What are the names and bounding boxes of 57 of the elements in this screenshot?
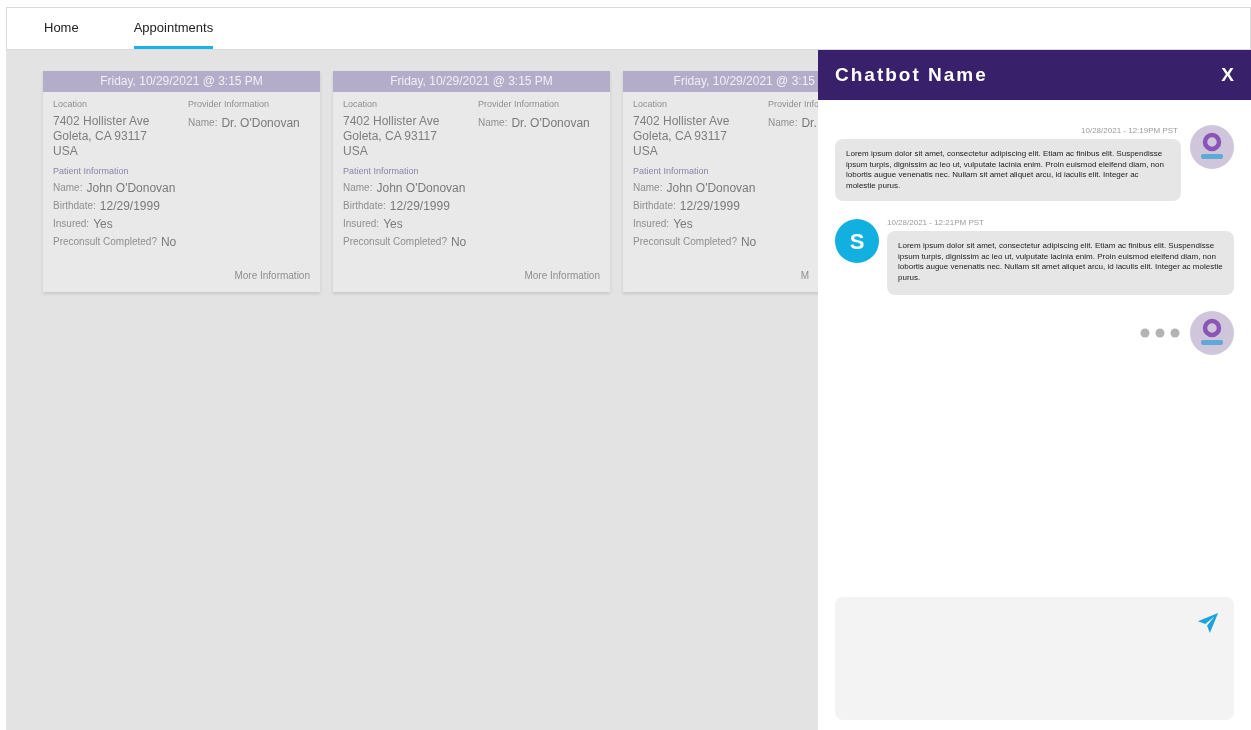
field-label: Birthdate: (343, 199, 386, 213)
message-time: 10/28/2021 - 12:21PM PST (887, 217, 985, 229)
section-label: Location (633, 98, 669, 111)
message-bubble: Lorem ipsum dolor sit amet, consectetur adipiscing elit. Etiam ac finibus elit. Suspendisse ipsum turpis, dignissim ac leo ut, vulputate lacinia enim. Proin euismod eleifend diam, non lobortis augue venenatis nec. Nullam sit amet aliquet arcu, id iaculis elit. Integer ac molestie purus. (835, 139, 1181, 201)
field-label: Preconsult Completed? (343, 235, 447, 249)
field-label: Preconsult Completed? (633, 235, 737, 249)
field-value: Yes (673, 215, 693, 233)
field-label: Name: (188, 116, 218, 130)
field-value: No (740, 233, 757, 251)
field-value: 12/29/1999 (389, 197, 450, 215)
field-label: Birthdate: (53, 199, 96, 213)
message-time: 10/28/2021 - 12:19PM PST (1081, 125, 1179, 137)
field-label: Preconsult Completed? (53, 235, 157, 249)
field-label: Birthdate: (633, 199, 676, 213)
field-label: Name: (343, 181, 373, 195)
field-value: John O'Donovan (666, 179, 756, 197)
field-value: Yes (93, 215, 113, 233)
address-text: 7402 Hollister Ave Goleta, CA 93117 USA (633, 113, 731, 159)
close-button[interactable]: X (1221, 60, 1234, 90)
field-label: Insured: (53, 217, 90, 231)
section-label: Location (343, 98, 379, 111)
field-value: John O'Donovan (86, 179, 176, 197)
message-bubble: Lorem ipsum dolor sit amet, consectetur adipiscing elit. Etiam ac finibus elit. Suspendisse ipsum turpis, dignissim ac leo ut, vulputate lacinia enim. Proin euismod eleifend diam, non lobortis augue venenatis nec. Nullam sit amet aliquet arcu, id iaculis elit. Integer ac molestie purus. (887, 231, 1234, 295)
field-value: Dr. O'Donovan (221, 114, 300, 132)
field-value: Dr. O'Donovan (511, 114, 590, 132)
field-value: 12/29/1999 (99, 197, 160, 215)
section-label: Location (53, 98, 89, 111)
card-date-header: Friday, 10/29/2021 @ 3:15 PM (333, 71, 610, 92)
section-label: Provider Information (478, 98, 561, 111)
field-label: Insured: (343, 217, 380, 231)
bot-avatar-icon (1190, 311, 1234, 355)
field-label: Name: (53, 181, 83, 195)
user-avatar: S (835, 219, 879, 263)
field-label: Name: (478, 116, 508, 130)
field-label: Name: (633, 181, 663, 195)
field-value: Yes (383, 215, 403, 233)
address-text: 7402 Hollister Ave Goleta, CA 93117 USA (53, 113, 151, 159)
field-label: Name: (768, 116, 798, 130)
field-label: Insured: (633, 217, 670, 231)
field-value: John O'Donovan (376, 179, 466, 197)
address-text: 7402 Hollister Ave Goleta, CA 93117 USA (343, 113, 441, 159)
field-value: No (160, 233, 177, 251)
section-label: Patient Information (343, 164, 420, 178)
bot-avatar-icon (1190, 125, 1234, 169)
section-label: Patient Information (53, 164, 130, 178)
section-label: Provider Info (768, 98, 819, 111)
field-value: 12/29/1999 (679, 197, 740, 215)
section-label: Provider Information (188, 98, 271, 111)
field-value: Dr. (801, 114, 817, 132)
card-date-header: Friday, 10/29/2021 @ 3:15 (623, 71, 819, 92)
send-icon[interactable] (1197, 612, 1219, 634)
message-input[interactable] (835, 597, 1234, 720)
nav-tab[interactable]: Home (44, 17, 79, 49)
card-date-header: Friday, 10/29/2021 @ 3:15 PM (43, 71, 320, 92)
chat-title: Chatbot Name (835, 62, 988, 87)
section-label: Patient Information (633, 164, 710, 178)
field-value: No (450, 233, 467, 251)
